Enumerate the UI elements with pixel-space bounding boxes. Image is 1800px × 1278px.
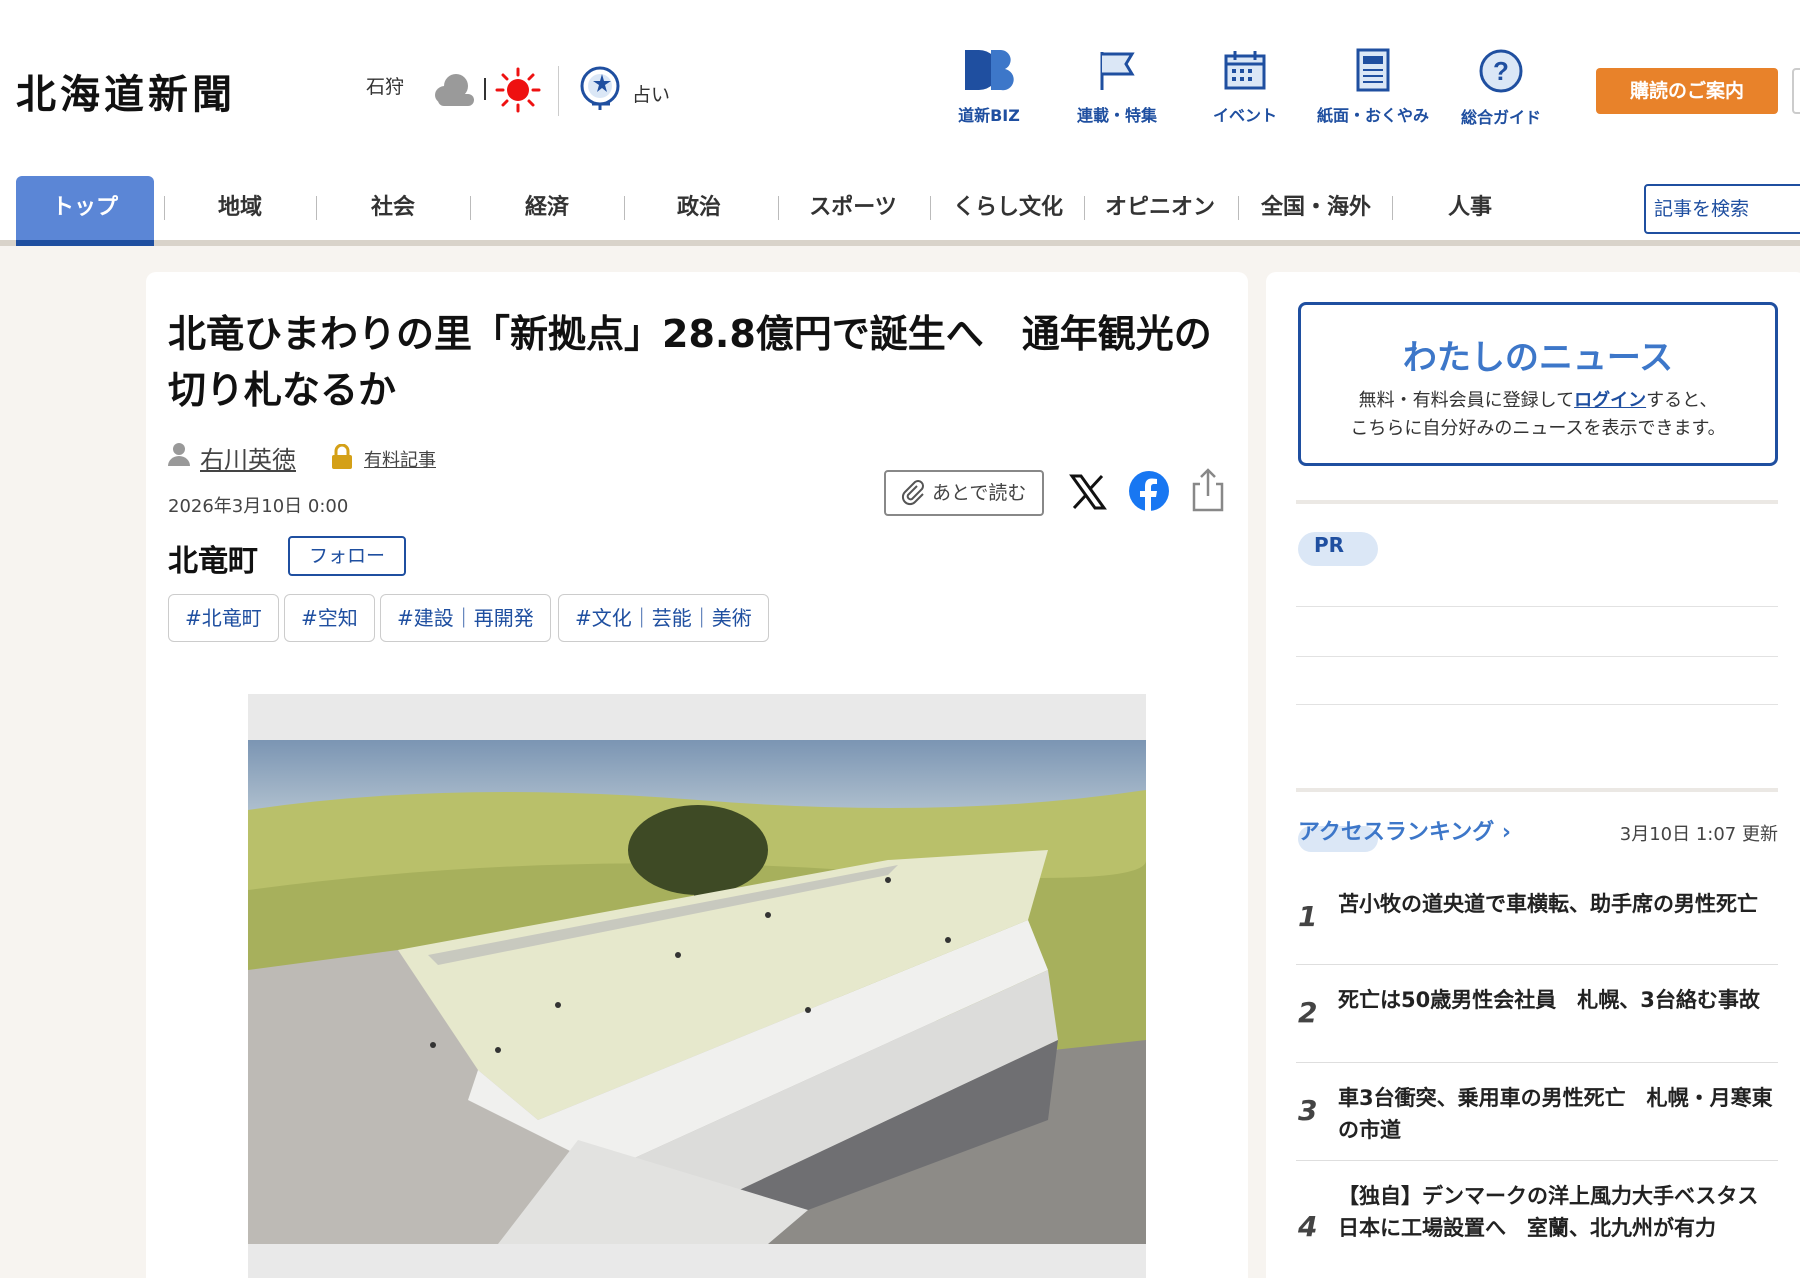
tag-construction[interactable]: #建設｜再開発 — [380, 594, 551, 642]
pr-slot-divider — [1296, 606, 1778, 607]
my-news-description: 無料・有料会員に登録してログインすると、 — [1358, 390, 1718, 411]
sun-icon — [495, 67, 541, 113]
ranking-item[interactable]: 車3台衝突、乗用車の男性死亡 札幌・月寒東の市道 — [1338, 1082, 1784, 1146]
category-separator — [164, 196, 165, 220]
lock-icon — [332, 444, 352, 469]
fortune-icon[interactable] — [576, 64, 626, 114]
tab-region[interactable]: 地域 — [170, 176, 310, 246]
pr-slot-divider — [1296, 656, 1778, 657]
tag-hokuryu[interactable]: #北竜町 — [168, 594, 279, 642]
my-news-box[interactable] — [1298, 302, 1778, 466]
weather-region[interactable]: 石狩 — [366, 72, 404, 99]
ranking-updated-time: 3月10日 1:07 更新 — [1619, 824, 1778, 845]
publish-date: 2026年3月10日 0:00 — [168, 496, 349, 517]
ranking-item[interactable]: 死亡は50歳男性会社員 札幌、3台絡む事故 — [1338, 984, 1784, 1016]
tab-politics[interactable]: 政治 — [632, 176, 766, 246]
ranking-title[interactable]: アクセスランキング › — [1298, 814, 1511, 846]
rank-number: 1 — [1298, 900, 1318, 933]
header-nav-newspaper[interactable]: 紙面・おくやみ — [1308, 48, 1438, 126]
ranking-item[interactable]: 【独自】デンマークの洋上風力大手ベスタス 日本に工場設置へ 室蘭、北九州が有力 — [1338, 1180, 1784, 1244]
rank-number: 2 — [1298, 996, 1318, 1029]
author-icon — [168, 443, 190, 466]
paperclip-icon — [901, 480, 924, 506]
category-separator — [778, 196, 779, 220]
calendar-icon — [1224, 51, 1266, 90]
flag-icon — [1100, 52, 1135, 90]
ranking-divider — [1296, 964, 1778, 965]
tab-economy[interactable]: 経済 — [478, 176, 616, 246]
tab-lifestyle-culture[interactable]: くらし文化 — [938, 176, 1078, 246]
site-logo[interactable]: 北海道新聞 — [16, 62, 236, 120]
header-divider — [558, 66, 559, 116]
header-nav-guide[interactable]: ? 総合ガイド — [1436, 48, 1566, 128]
category-separator — [624, 196, 625, 220]
chevron-right-icon: › — [1501, 820, 1511, 845]
sidebar-divider — [1296, 500, 1778, 504]
category-separator — [316, 196, 317, 220]
category-separator — [1238, 196, 1239, 220]
follow-button[interactable]: フォロー — [288, 536, 406, 576]
article-photo[interactable] — [248, 740, 1146, 1244]
x-share-icon[interactable] — [1068, 472, 1108, 512]
tag-culture[interactable]: #文化｜芸能｜美術 — [558, 594, 769, 642]
login-link[interactable]: ログイン — [1574, 390, 1646, 411]
category-separator — [1392, 196, 1393, 220]
author-link[interactable]: 右川英徳 — [200, 440, 296, 475]
svg-text:?: ? — [1493, 56, 1509, 86]
tab-personnel[interactable]: 人事 — [1400, 176, 1540, 246]
tag-sorachi[interactable]: #空知 — [284, 594, 375, 642]
category-separator — [930, 196, 931, 220]
pr-slot-divider — [1296, 704, 1778, 705]
header-nav-events[interactable]: イベント — [1180, 48, 1310, 126]
paid-article-label[interactable]: 有料記事 — [364, 446, 436, 472]
header-nav-series[interactable]: 連載・特集 — [1052, 48, 1182, 126]
fortune-link[interactable]: 占い — [632, 80, 670, 107]
article-headline: 北竜ひまわりの里「新拠点」28.8億円で誕生へ 通年観光の切り札なるか — [168, 312, 1212, 412]
header-extra-button[interactable] — [1792, 68, 1800, 114]
newspaper-icon — [1356, 48, 1390, 92]
tab-national-international[interactable]: 全国・海外 — [1246, 176, 1386, 246]
share-icon[interactable] — [1190, 468, 1226, 512]
ranking-divider — [1296, 1062, 1778, 1063]
tab-sports[interactable]: スポーツ — [788, 176, 918, 246]
ranking-item[interactable]: 苫小牧の道央道で車横転、助手席の男性死亡 — [1338, 888, 1784, 920]
rank-number: 3 — [1298, 1094, 1318, 1127]
search-input[interactable]: 記事を検索 — [1644, 184, 1800, 234]
ranking-divider — [1296, 1160, 1778, 1161]
pr-label: PR — [1298, 532, 1378, 566]
subscribe-button[interactable]: 購読のご案内 — [1596, 68, 1778, 114]
my-news-description-line2: こちらに自分好みのニュースを表示できます。 — [1350, 418, 1726, 439]
help-icon: ? — [1479, 49, 1523, 93]
cloud-icon — [435, 74, 474, 106]
tab-opinion[interactable]: オピニオン — [1092, 176, 1228, 246]
category-separator — [470, 196, 471, 220]
facebook-share-icon[interactable] — [1128, 470, 1170, 512]
weather-separator — [484, 78, 486, 100]
db-logo-icon — [965, 50, 1014, 91]
region-name: 北竜町 — [168, 544, 258, 579]
tab-society[interactable]: 社会 — [324, 176, 462, 246]
sidebar-divider — [1296, 788, 1778, 792]
rank-number: 4 — [1298, 1210, 1318, 1243]
tab-top[interactable]: トップ — [16, 176, 154, 246]
my-news-title: わたしのニュース — [1402, 338, 1674, 378]
header-nav-dosin-biz[interactable]: 道新BIZ — [924, 48, 1054, 126]
category-separator — [1084, 196, 1085, 220]
